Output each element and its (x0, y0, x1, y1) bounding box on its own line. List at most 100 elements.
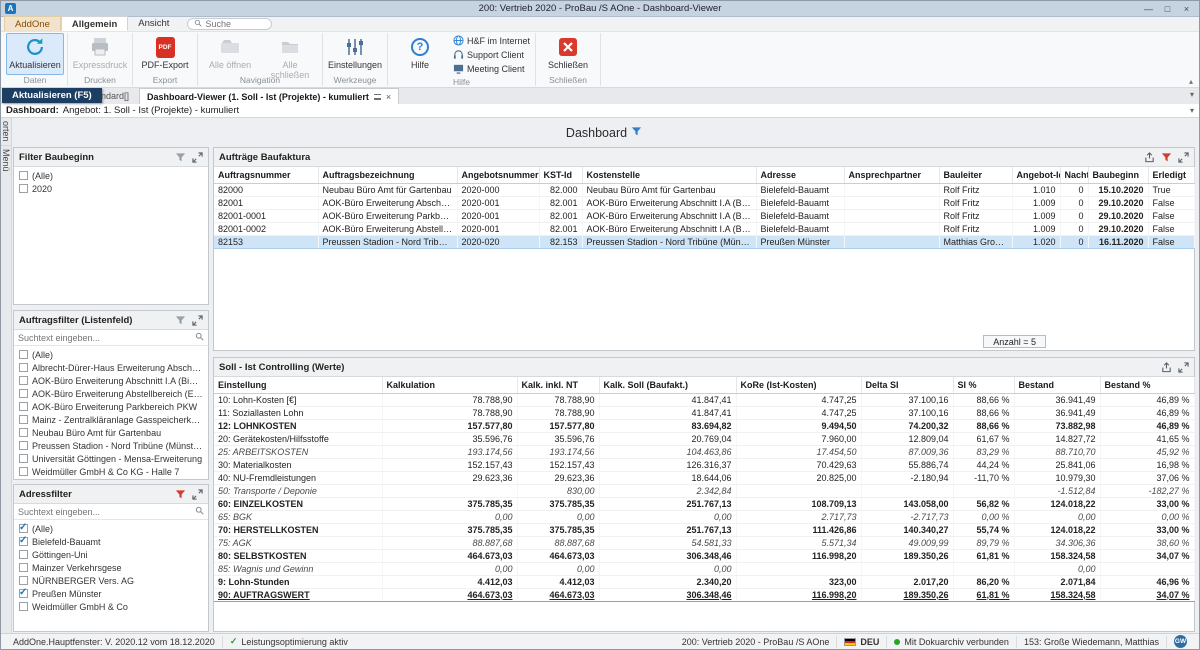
search-icon[interactable] (195, 506, 204, 518)
table-row[interactable]: 85: Wagnis und Gewinn0,000,000,000,00 (214, 562, 1194, 575)
adressfilter-search-input[interactable] (18, 507, 195, 517)
table-row[interactable]: 60: EINZELKOSTEN375.785,35375.785,35251.… (214, 497, 1194, 510)
alle-schliessen-button[interactable]: Alle schließen (261, 33, 319, 75)
table-row[interactable]: 70: HERSTELLKOSTEN375.785,35375.785,3525… (214, 523, 1194, 536)
checkbox-checked[interactable] (19, 537, 28, 546)
column-header-kst-id[interactable]: KST-Id (539, 167, 582, 183)
filter-list-item[interactable]: Universität Göttingen - Mensa-Erweiterun… (14, 452, 208, 465)
hilfe-button[interactable]: ? Hilfe (391, 33, 449, 75)
table-row[interactable]: 40: NU-Fremdleistungen29.623,3629.623,36… (214, 471, 1194, 484)
expand-icon[interactable] (1177, 361, 1189, 373)
column-header-kalk-soll-baufakt-[interactable]: Kalk. Soll (Baufakt.) (599, 377, 736, 393)
checkbox[interactable] (19, 402, 28, 411)
table-row[interactable]: 80: SELBSTKOSTEN464.673,03464.673,03306.… (214, 549, 1194, 562)
table-row[interactable]: 90: AUFTRAGSWERT464.673,03464.673,03306.… (214, 588, 1194, 601)
tab-allgemein[interactable]: Allgemein (61, 16, 128, 31)
meeting-client-button[interactable]: Meeting Client (453, 63, 530, 75)
table-row[interactable]: 12: LOHNKOSTEN157.577,80157.577,8083.694… (214, 419, 1194, 432)
checkbox[interactable] (19, 428, 28, 437)
dock-tab-menu[interactable]: Menü (1, 146, 11, 175)
table-row-selected[interactable]: 82153Preussen Stadion - Nord Tribüne (Mü… (214, 235, 1194, 248)
column-header-erledigt[interactable]: Erledigt (1148, 167, 1194, 183)
filter-list-item[interactable]: NÜRNBERGER Vers. AG (14, 574, 208, 587)
table-row[interactable]: 50: Transporte / Deponie830,002.342,84-1… (214, 484, 1194, 497)
table-row[interactable]: 20: Gerätekosten/Hilfsstoffe35.596,7635.… (214, 432, 1194, 445)
column-header-bestand-[interactable]: Bestand % (1100, 377, 1194, 393)
column-header-auftragsbezeichnung[interactable]: Auftragsbezeichnung (318, 167, 457, 183)
checkbox[interactable] (19, 563, 28, 572)
tab-close-icon[interactable]: × (386, 92, 391, 102)
filter-list-item[interactable]: (Alle) (14, 522, 208, 535)
aktualisieren-button[interactable]: Aktualisieren (6, 33, 64, 75)
filter-list-item[interactable]: AOK-Büro Erweiterung Parkbereich PKW (14, 400, 208, 413)
avatar[interactable]: GW (1174, 635, 1187, 648)
checkbox[interactable] (19, 363, 28, 372)
maximize-button[interactable]: □ (1159, 4, 1176, 14)
expressdruck-button[interactable]: Expressdruck (71, 33, 129, 75)
filter-list-item[interactable]: (Alle) (14, 348, 208, 361)
app-icon[interactable]: A (5, 3, 16, 14)
table-row[interactable]: 65: BGK0,000,000,002.717,73-2.717,730,00… (214, 510, 1194, 523)
column-header-delta-si[interactable]: Delta SI (861, 377, 953, 393)
search-icon[interactable] (195, 332, 204, 344)
filter-list-item[interactable]: Göttingen-Uni (14, 548, 208, 561)
column-header-ansprechpartner[interactable]: Ansprechpartner (844, 167, 939, 183)
checkbox-checked[interactable] (19, 589, 28, 598)
filter-list-item[interactable]: AOK-Büro Erweiterung Abstellbereich (E-B… (14, 387, 208, 400)
table-row[interactable]: 82001-0002AOK-Büro Erweiterung Abstellbe… (214, 222, 1194, 235)
funnel-icon[interactable] (174, 314, 186, 326)
support-client-button[interactable]: Support Client (453, 49, 530, 61)
table-row[interactable]: 9: Lohn-Stunden4.412,034.412,032.340,203… (214, 575, 1194, 588)
ribbon-search[interactable] (187, 18, 272, 30)
column-header-angebotsnummer[interactable]: Angebotsnummer (457, 167, 539, 183)
filter-list-item[interactable]: 2020 (14, 182, 208, 195)
funnel-active-icon[interactable] (1160, 151, 1172, 163)
checkbox[interactable] (19, 389, 28, 398)
checkbox[interactable] (19, 550, 28, 559)
column-header-kore-ist-kosten-[interactable]: KoRe (Ist-Kosten) (736, 377, 861, 393)
close-button[interactable]: × (1178, 4, 1195, 14)
ribbon-collapse-icon[interactable]: ▴ (1189, 77, 1193, 86)
checkbox[interactable] (19, 350, 28, 359)
column-header-kalk-inkl-nt[interactable]: Kalk. inkl. NT (517, 377, 599, 393)
schliessen-button[interactable]: Schließen (539, 33, 597, 75)
checkbox[interactable] (19, 602, 28, 611)
auftragsfilter-search-input[interactable] (18, 333, 195, 343)
ribbon-search-input[interactable] (205, 19, 265, 29)
column-header-bestand[interactable]: Bestand (1014, 377, 1100, 393)
active-document-tab[interactable]: Dashboard-Viewer (1. Soll - Ist (Projekt… (139, 88, 399, 104)
filter-list-item[interactable]: Bielefeld-Bauamt (14, 535, 208, 548)
filter-list-item[interactable]: Weidmüller GmbH & Co KG - Halle 7 (14, 465, 208, 478)
filter-list-item[interactable]: Mainz - Zentralkläranlage Gasspeicherkap… (14, 413, 208, 426)
tab-ansicht[interactable]: Ansicht (128, 16, 179, 31)
checkbox[interactable] (19, 184, 28, 193)
alle-oeffnen-button[interactable]: Alle öffnen (201, 33, 259, 75)
expand-icon[interactable] (1177, 151, 1189, 163)
dashboard-chevron-icon[interactable]: ▾ (1190, 106, 1194, 115)
filter-funnel-icon[interactable] (631, 126, 642, 140)
checkbox[interactable] (19, 454, 28, 463)
table-row[interactable]: 82001AOK-Büro Erweiterung Abschnitt I.A … (214, 196, 1194, 209)
column-header-bauleiter[interactable]: Bauleiter (939, 167, 1012, 183)
expand-icon[interactable] (191, 151, 203, 163)
column-header-kalkulation[interactable]: Kalkulation (382, 377, 517, 393)
table-row[interactable]: 82001-0001AOK-Büro Erweiterung Parkberei… (214, 209, 1194, 222)
einstellungen-button[interactable]: Einstellungen (326, 33, 384, 75)
table-row[interactable]: 75: AGK88.887,6888.887,6854.581,335.571,… (214, 536, 1194, 549)
filter-list-item[interactable]: Mainzer Verkehrsgese (14, 561, 208, 574)
table-row[interactable]: 10: Lohn-Kosten [€]78.788,9078.788,9041.… (214, 393, 1194, 406)
tab-list-chevron-icon[interactable]: ▾ (1190, 90, 1194, 99)
funnel-active-icon[interactable] (174, 488, 186, 500)
minimize-button[interactable]: — (1140, 4, 1157, 14)
filter-list-item[interactable]: (Alle) (14, 169, 208, 182)
filter-list-item[interactable]: Neubau Büro Amt für Gartenbau (14, 426, 208, 439)
checkbox[interactable] (19, 576, 28, 585)
checkbox[interactable] (19, 415, 28, 424)
checkbox[interactable] (19, 441, 28, 450)
export-icon[interactable] (1143, 151, 1155, 163)
table-row[interactable]: 11: Soziallasten Lohn78.788,9078.788,904… (214, 406, 1194, 419)
table-row[interactable]: 82000Neubau Büro Amt für Gartenbau2020-0… (214, 183, 1194, 196)
tab-addone[interactable]: AddOne (4, 16, 61, 31)
table-row[interactable]: 30: Materialkosten152.157,43152.157,4312… (214, 458, 1194, 471)
funnel-icon[interactable] (174, 151, 186, 163)
